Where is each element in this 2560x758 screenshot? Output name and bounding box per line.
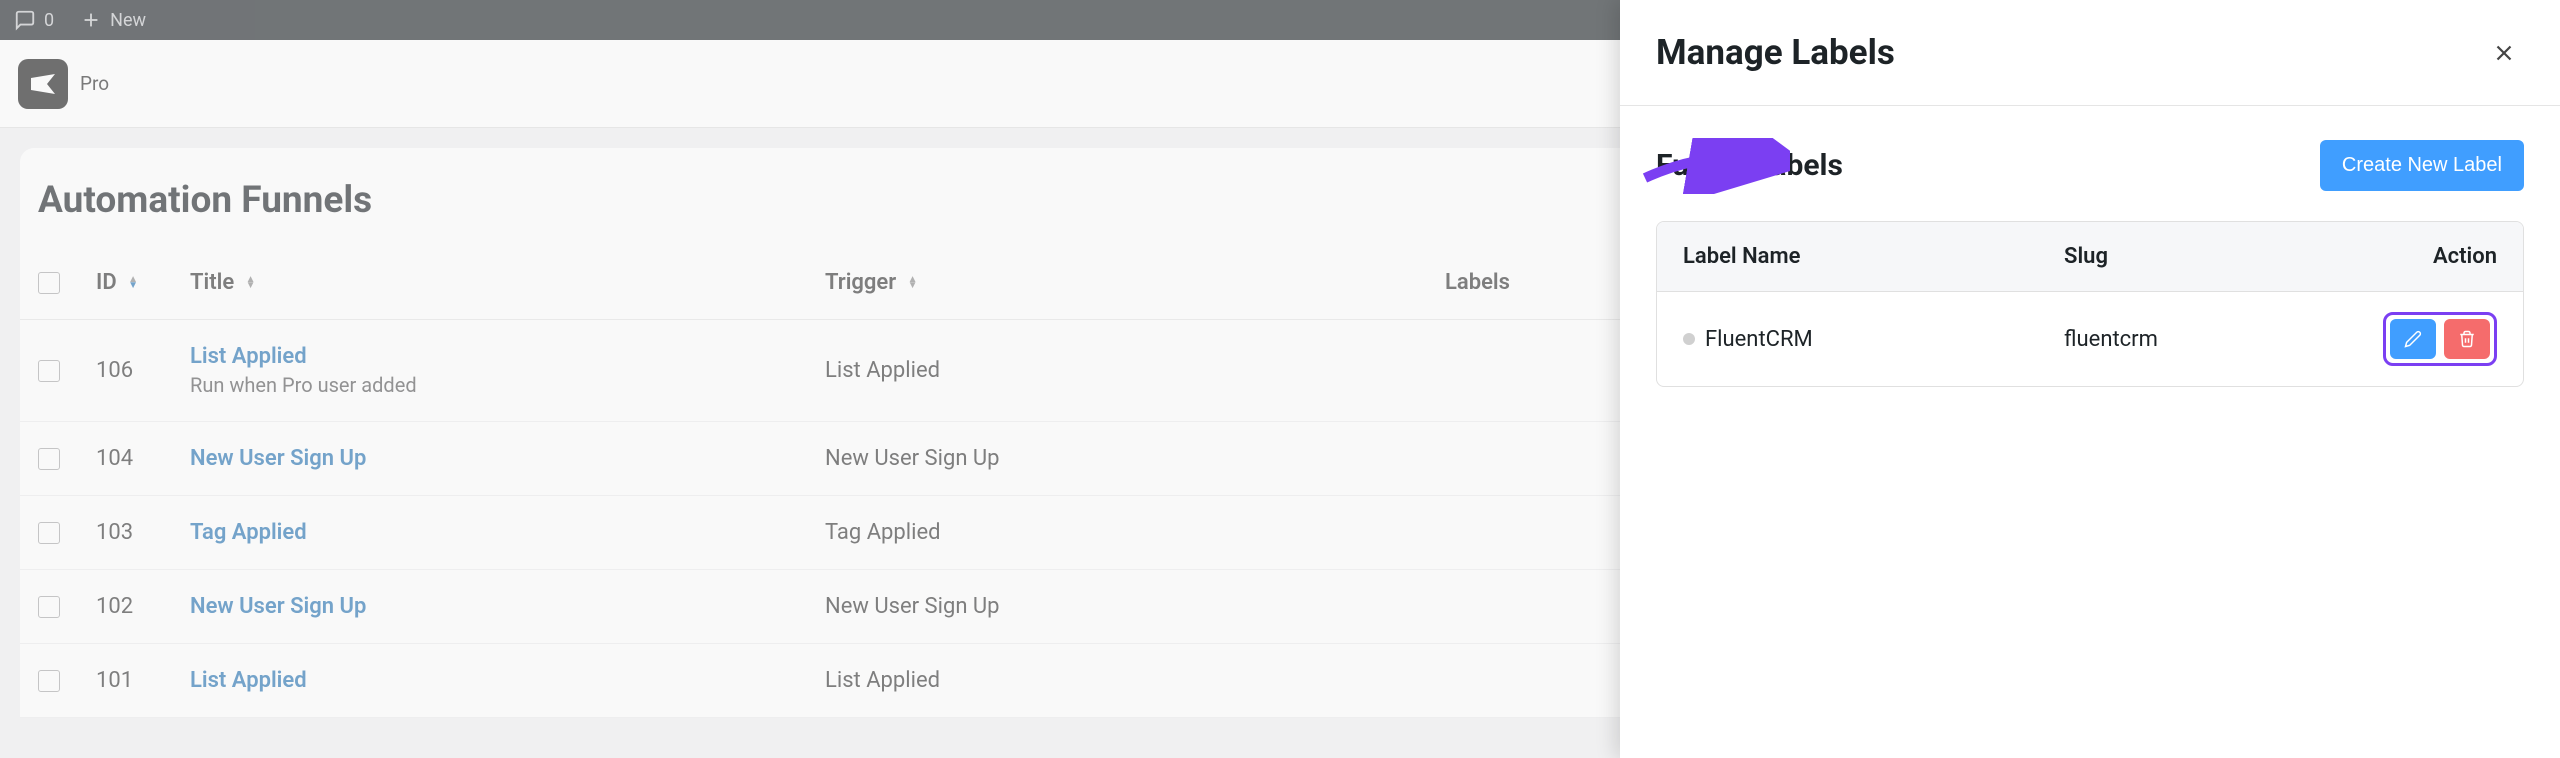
- column-trigger[interactable]: Trigger ▲▼: [807, 246, 1427, 320]
- column-label-name: Label Name: [1657, 222, 2038, 292]
- row-checkbox[interactable]: [38, 448, 60, 470]
- arrow-annotation: [1640, 138, 1790, 194]
- row-checkbox[interactable]: [38, 360, 60, 382]
- row-trigger: New User Sign Up: [807, 422, 1427, 496]
- label-color-dot: [1683, 333, 1695, 345]
- comments-count: 0: [44, 10, 54, 31]
- plus-icon: [80, 9, 102, 31]
- row-trigger: List Applied: [807, 320, 1427, 422]
- row-checkbox[interactable]: [38, 522, 60, 544]
- select-all-checkbox[interactable]: [38, 272, 60, 294]
- trash-icon: [2458, 330, 2476, 348]
- comment-icon: [14, 9, 36, 31]
- row-title-link[interactable]: Tag Applied: [190, 520, 789, 545]
- drawer-header: Manage Labels: [1620, 0, 2560, 106]
- new-item[interactable]: New: [80, 9, 146, 31]
- row-id: 102: [78, 570, 172, 644]
- row-title-link[interactable]: List Applied: [190, 344, 789, 369]
- manage-labels-drawer: Manage Labels Funnel Labels Create New L…: [1620, 0, 2560, 758]
- close-icon: [2491, 40, 2517, 66]
- column-id[interactable]: ID ▲▼: [78, 246, 172, 320]
- row-trigger: Tag Applied: [807, 496, 1427, 570]
- sort-indicator-icon: ▲▼: [246, 277, 256, 289]
- label-table: Label Name Slug Action FluentCRM fluentc…: [1656, 221, 2524, 387]
- row-checkbox[interactable]: [38, 596, 60, 618]
- sort-indicator-icon: ▲▼: [128, 277, 138, 289]
- column-slug: Slug: [2038, 222, 2298, 292]
- label-row: FluentCRM fluentcrm: [1657, 292, 2523, 386]
- sort-indicator-icon: ▲▼: [908, 277, 918, 289]
- action-highlight: [2383, 312, 2497, 366]
- row-title-link[interactable]: List Applied: [190, 668, 789, 693]
- pro-logo: [18, 59, 68, 109]
- row-title-link[interactable]: New User Sign Up: [190, 594, 789, 619]
- row-title-link[interactable]: New User Sign Up: [190, 446, 789, 471]
- pro-label: Pro: [80, 72, 109, 95]
- row-id: 103: [78, 496, 172, 570]
- label-name: FluentCRM: [1705, 327, 1813, 352]
- edit-label-button[interactable]: [2390, 319, 2436, 359]
- row-id: 106: [78, 320, 172, 422]
- row-subtitle: Run when Pro user added: [190, 373, 789, 397]
- new-label: New: [110, 10, 146, 31]
- row-checkbox[interactable]: [38, 670, 60, 692]
- pencil-icon: [2404, 330, 2422, 348]
- row-id: 104: [78, 422, 172, 496]
- close-button[interactable]: [2484, 33, 2524, 73]
- comments-item[interactable]: 0: [14, 9, 54, 31]
- column-action: Action: [2298, 222, 2523, 292]
- create-new-label-button[interactable]: Create New Label: [2320, 140, 2524, 191]
- row-trigger: List Applied: [807, 644, 1427, 718]
- row-trigger: New User Sign Up: [807, 570, 1427, 644]
- row-id: 101: [78, 644, 172, 718]
- column-title[interactable]: Title ▲▼: [172, 246, 807, 320]
- label-slug: fluentcrm: [2038, 292, 2298, 386]
- delete-label-button[interactable]: [2444, 319, 2490, 359]
- drawer-title: Manage Labels: [1656, 32, 2484, 73]
